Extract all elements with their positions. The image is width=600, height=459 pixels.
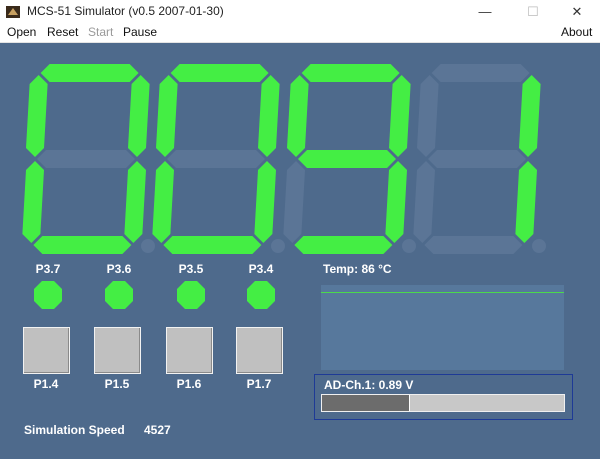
- digit-3-segment-d: [294, 236, 393, 254]
- digit-2-segment-a: [170, 64, 269, 82]
- menu-about[interactable]: About: [561, 25, 592, 39]
- digit-4-segment-f: [417, 75, 439, 157]
- menu-open[interactable]: Open: [7, 25, 36, 39]
- digit-4-segment-b: [519, 75, 541, 157]
- digit-2-segment-b: [258, 75, 280, 157]
- digit-3-segment-e: [283, 161, 305, 243]
- ad-channel-slider-fill: [322, 395, 410, 411]
- digit-4-segment-a: [431, 64, 530, 82]
- temperature-plot: [321, 285, 564, 370]
- led-label-1: P3.7: [35, 262, 61, 276]
- digit-1-segment-b: [128, 75, 150, 157]
- switch-label-2: P1.5: [104, 377, 130, 391]
- title-bar: MCS-51 Simulator (v0.5 2007-01-30) — ☐ ✕: [0, 0, 600, 23]
- ad-channel-panel: AD-Ch.1: 0.89 V: [314, 374, 573, 420]
- temperature-label: Temp: 86 °C: [323, 262, 392, 276]
- menu-reset[interactable]: Reset: [47, 25, 78, 39]
- led-label-2: P3.6: [106, 262, 132, 276]
- digit-2-segment-c: [254, 161, 276, 243]
- digit-4-segment-c: [515, 161, 537, 243]
- digit-4-segment-d: [424, 236, 523, 254]
- digit-1-decimal-point: [141, 239, 155, 253]
- digit-3-segment-b: [389, 75, 411, 157]
- menu-bar: Open Reset Start Pause About: [0, 23, 600, 43]
- switch-label-4: P1.7: [246, 377, 272, 391]
- digit-3-segment-f: [287, 75, 309, 157]
- digit-3-segment-c: [385, 161, 407, 243]
- digit-2-segment-g: [167, 150, 265, 168]
- digit-2-segment-f: [156, 75, 178, 157]
- digit-4-decimal-point: [532, 239, 546, 253]
- temperature-trace: [321, 292, 564, 293]
- seven-segment-display: [22, 64, 546, 254]
- digit-2-segment-d: [163, 236, 262, 254]
- switch-button-2[interactable]: [94, 327, 141, 374]
- digit-3-segment-a: [301, 64, 400, 82]
- switch-button-4[interactable]: [236, 327, 283, 374]
- digit-1-segment-a: [40, 64, 139, 82]
- menu-start[interactable]: Start: [88, 25, 113, 39]
- app-icon: [6, 6, 20, 18]
- digit-2-segment-e: [152, 161, 174, 243]
- digit-1-segment-g: [37, 150, 135, 168]
- digit-1-segment-e: [22, 161, 44, 243]
- maximize-button[interactable]: ☐: [510, 0, 556, 23]
- switch-button-3[interactable]: [166, 327, 213, 374]
- digit-1-segment-f: [26, 75, 48, 157]
- minimize-button[interactable]: —: [462, 0, 508, 23]
- ad-channel-slider[interactable]: [321, 394, 565, 412]
- menu-pause[interactable]: Pause: [123, 25, 157, 39]
- led-2: [105, 281, 133, 309]
- led-1: [34, 281, 62, 309]
- switch-label-3: P1.6: [176, 377, 202, 391]
- digit-4-segment-g: [428, 150, 526, 168]
- digit-3-decimal-point: [402, 239, 416, 253]
- led-label-4: P3.4: [248, 262, 274, 276]
- digit-1-segment-d: [33, 236, 132, 254]
- digit-4-segment-e: [413, 161, 435, 243]
- window-title: MCS-51 Simulator (v0.5 2007-01-30): [27, 4, 224, 18]
- digit-2-decimal-point: [271, 239, 285, 253]
- simulation-speed-label: Simulation Speed: [24, 423, 125, 437]
- led-3: [177, 281, 205, 309]
- led-label-3: P3.5: [178, 262, 204, 276]
- switch-button-1[interactable]: [23, 327, 70, 374]
- digit-1-segment-c: [124, 161, 146, 243]
- led-4: [247, 281, 275, 309]
- simulation-speed-value: 4527: [144, 423, 171, 437]
- switch-label-1: P1.4: [33, 377, 59, 391]
- close-button[interactable]: ✕: [554, 0, 600, 23]
- digit-3-segment-g: [298, 150, 396, 168]
- ad-channel-label: AD-Ch.1: 0.89 V: [324, 378, 414, 392]
